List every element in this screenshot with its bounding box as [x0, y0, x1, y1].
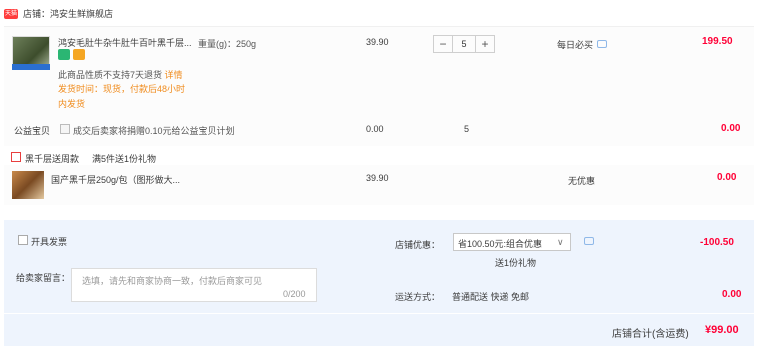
shop-promo-label: 店铺优惠： [395, 240, 441, 250]
gift-discount: 无优惠 [568, 176, 596, 186]
invoice-checkbox[interactable] [18, 235, 28, 245]
shipping-amount: 0.00 [722, 289, 742, 300]
product-spec: 重量(g)：250g [198, 39, 257, 49]
shop-total-label: 店铺合计(含运费) [612, 329, 689, 340]
message-char-count: 0/200 [283, 289, 306, 299]
footer-divider [4, 313, 754, 314]
shop-name-link[interactable]: 店铺：鸿安生鲜旗舰店 [23, 7, 113, 20]
message-label: 给卖家留言： [16, 273, 71, 283]
details-link[interactable]: 详情 [165, 70, 183, 80]
chat-icon[interactable] [597, 40, 607, 48]
return-policy-note: 此商品性质不支持7天退货 详情 [58, 68, 183, 81]
return-policy-text: 此商品性质不支持7天退货 [58, 70, 163, 80]
ship-time-line1: 发货时间：现货，付款后48小时 [58, 84, 186, 94]
welfare-quantity: 5 [464, 124, 470, 134]
gift-price: 39.90 [366, 173, 389, 183]
product-title-link[interactable]: 鸿安毛肚牛杂牛肚牛百叶黑千层... [58, 36, 193, 49]
shipping-label: 运送方式： [395, 292, 441, 302]
gift-subtotal: 0.00 [717, 172, 737, 183]
decrease-button[interactable]: − [434, 36, 452, 52]
welfare-description: 成交后卖家将捐赠0.10元给公益宝贝计划 [73, 126, 235, 136]
thumbnail-label-strip [12, 64, 50, 70]
increase-button[interactable]: + [476, 36, 494, 52]
promo-gift-note: 送1份礼物 [495, 258, 537, 268]
welfare-subtotal: 0.00 [721, 123, 741, 134]
tmall-badge: 天猫 [4, 9, 18, 19]
welfare-label: 公益宝贝 [14, 126, 51, 136]
gift-title-link[interactable]: 国产黑千层250g/包（图形做大... [51, 173, 180, 186]
quantity-stepper: − 5 + [433, 35, 495, 53]
chat-icon[interactable] [584, 237, 594, 245]
quantity-input[interactable]: 5 [452, 36, 476, 52]
promo-amount: -100.50 [700, 237, 734, 248]
daily-must-buy-tag: 每日必买 [557, 40, 594, 50]
ship-time-line2: 内发货 [58, 99, 86, 109]
shipping-method: 普通配送 快递 免邮 [452, 292, 530, 302]
welfare-checkbox[interactable] [60, 124, 70, 134]
promo-selected-value: 省100.50元:组合优惠 [458, 239, 543, 249]
welfare-price: 0.00 [366, 124, 384, 134]
invoice-label[interactable]: 开具发票 [31, 235, 67, 248]
chevron-down-icon[interactable]: ∨ [557, 237, 564, 248]
card-badge-icon [73, 49, 85, 60]
gift-promo-label: 黑千层送周款 [25, 154, 80, 164]
unit-price: 39.90 [366, 37, 389, 47]
gift-promo-note: 满5件送1份礼物 [92, 154, 157, 164]
shop-total-amount: ¥99.00 [705, 324, 739, 336]
item-subtotal: 199.50 [702, 36, 733, 47]
gift-thumbnail[interactable] [12, 171, 44, 199]
message-placeholder: 选填，请先和商家协商一致，付款后商家可见 [82, 276, 263, 286]
gift-icon [11, 152, 21, 162]
service-badge-icon [58, 49, 70, 60]
